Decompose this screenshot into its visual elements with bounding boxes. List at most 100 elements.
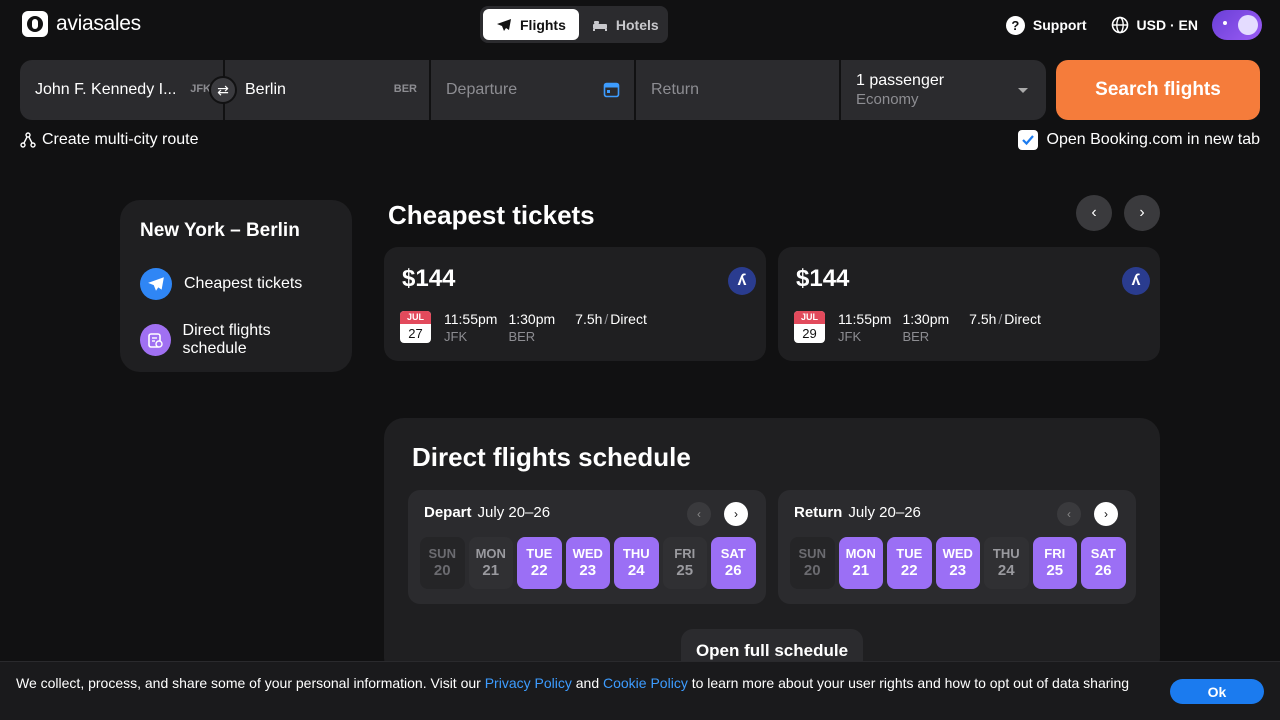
flight-type: Direct [1004,311,1041,327]
ticket-card[interactable]: $144 ʎ JUL 29 11:55pm JFK 1:30pm BER 7.5h /… [778,247,1160,361]
multi-city-link[interactable]: Create multi-city route [20,131,199,149]
day-cell[interactable]: MON 21 [838,537,883,589]
help-icon: ? [1005,15,1025,35]
day-cell[interactable]: FRI 25 [1032,537,1077,589]
cabin-value: Economy [856,91,919,108]
chevron-right-icon: › [734,507,738,521]
theme-toggle[interactable] [1212,10,1262,40]
date-month: JUL [400,311,431,324]
day-cell[interactable]: TUE 22 [887,537,932,589]
chevron-left-icon: ‹ [1091,204,1097,221]
airline-logo-icon: ʎ [1122,267,1150,295]
schedule-title: Direct flights schedule [412,442,691,472]
day-cell[interactable]: THU 24 [984,537,1029,589]
cookie-ok-button[interactable]: Ok [1170,679,1264,704]
day-list: SUN 20 MON 21 TUE 22 WED 23 THU 24 FRI 25 SAT 26 [790,537,1126,589]
date-badge: JUL 27 [400,311,431,343]
departure-time: 11:55pm [838,311,892,327]
chevron-right-icon: › [1139,204,1145,221]
day-cell[interactable]: SAT 26 [711,537,756,589]
locale-label: USD · EN [1136,17,1198,33]
week-prev-button[interactable]: ‹ [687,502,711,526]
passengers-field[interactable]: 1 passenger Economy [841,60,1046,120]
privacy-policy-link[interactable]: Privacy Policy [485,675,572,691]
day-number: 26 [724,562,742,579]
departure-code: JFK [838,329,862,344]
day-cell[interactable]: SUN 20 [420,537,465,589]
return-field[interactable]: Return [636,60,839,120]
day-number: 23 [949,562,967,579]
chevron-down-icon [1018,88,1028,93]
search-flights-button[interactable]: Search flights [1056,60,1260,120]
arrival-time: 1:30pm [508,311,556,327]
day-weekday: WED [942,546,973,561]
cookie-policy-link[interactable]: Cookie Policy [603,675,688,691]
tab-flights[interactable]: Flights [483,9,579,40]
bed-icon [592,20,607,31]
day-cell[interactable]: SAT 26 [1081,537,1126,589]
flight-duration: 7.5h [969,311,997,327]
route-icon [20,132,36,148]
route-title: New York – Berlin [140,220,300,241]
checkbox-checked-icon[interactable] [1017,130,1038,150]
ticket-price: $144 [796,265,850,292]
header: aviasales Flights Hotels ? Support USD ·… [0,0,1280,50]
next-button[interactable]: › [1124,195,1160,231]
date-day: 27 [408,326,423,341]
day-weekday: FRI [1044,546,1066,561]
arrival-code: BER [508,329,536,344]
support-link[interactable]: ? Support [1005,15,1087,35]
day-weekday: SAT [1090,546,1116,561]
day-cell[interactable]: WED 23 [935,537,980,589]
airline-logo-icon: ʎ [728,267,756,295]
destination-field[interactable]: Berlin BER [225,60,429,120]
origin-field[interactable]: John F. Kennedy I... JFK ⇄ [20,60,237,120]
day-cell[interactable]: WED 23 [565,537,610,589]
day-cell[interactable]: THU 24 [614,537,659,589]
cookie-banner: We collect, process, and share some of y… [0,661,1280,720]
sidebar-item-schedule[interactable]: Direct flights schedule [140,312,332,368]
departure-time: 11:55pm [444,311,498,327]
search-form: John F. Kennedy I... JFK ⇄ Berlin BER De… [20,60,1046,120]
day-cell[interactable]: FRI 25 [662,537,707,589]
week-prev-button[interactable]: ‹ [1057,502,1081,526]
multi-city-label: Create multi-city route [42,131,199,148]
ticket-card[interactable]: $144 ʎ JUL 27 11:55pm JFK 1:30pm BER 7.5h /… [384,247,766,361]
flight-duration: 7.5h [575,311,603,327]
support-label: Support [1032,17,1087,33]
cookie-text-part: and [571,675,603,691]
cookie-text-part: to learn more about your user rights and… [687,675,1130,691]
day-cell[interactable]: MON 21 [468,537,513,589]
logo[interactable]: aviasales [22,11,141,37]
week-range: July 20–26 [477,504,551,521]
prev-button[interactable]: ‹ [1076,195,1112,231]
sidebar-item-label: Direct flights schedule [182,322,271,357]
cheapest-title: Cheapest tickets [388,200,595,230]
day-cell[interactable]: SUN 20 [790,537,835,589]
week-next-button[interactable]: › [1094,502,1118,526]
day-weekday: FRI [674,546,696,561]
day-number: 22 [900,562,918,579]
day-weekday: WED [572,546,603,561]
return-placeholder: Return [651,81,700,98]
locale-selector[interactable]: USD · EN [1111,16,1198,34]
day-weekday: THU [992,546,1020,561]
day-number: 20 [803,562,821,579]
ticket-price: $144 [402,265,456,292]
tab-flights-label: Flights [520,16,566,33]
sidebar-item-cheapest[interactable]: Cheapest tickets [140,256,332,312]
booking-checkbox[interactable]: Open Booking.com in new tab [1017,130,1260,150]
cookie-text-part: We collect, process, and share some of y… [16,675,485,691]
swap-icon[interactable]: ⇄ [209,76,237,104]
tab-hotels[interactable]: Hotels [579,9,672,40]
date-month: JUL [794,311,825,324]
origin-code: JFK [190,83,211,95]
chevron-left-icon: ‹ [1067,507,1071,521]
week-label: Depart [424,504,472,521]
departure-field[interactable]: Departure [431,60,634,120]
destination-value: Berlin [245,81,286,98]
day-weekday: TUE [896,546,923,561]
week-next-button[interactable]: › [724,502,748,526]
day-cell[interactable]: TUE 22 [517,537,562,589]
day-number: 20 [433,562,451,579]
